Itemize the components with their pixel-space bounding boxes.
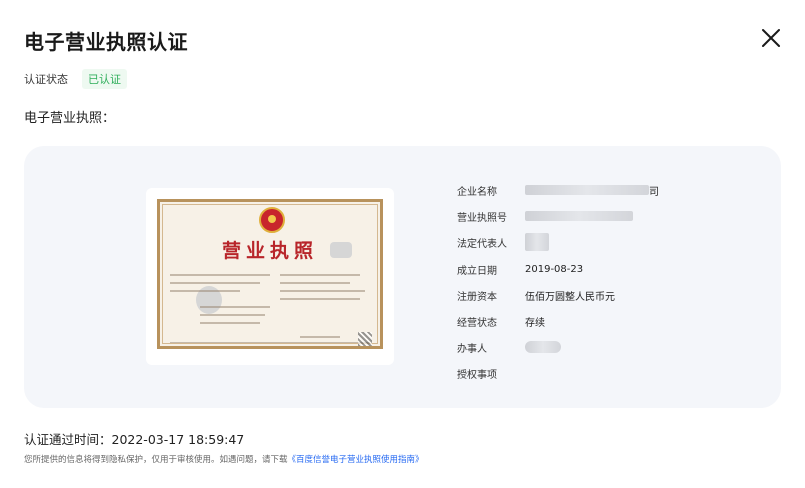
info-value (525, 211, 633, 221)
license-text-line (280, 298, 360, 300)
info-row-agent: 办事人 (457, 340, 561, 355)
masked-value (525, 341, 561, 353)
license-text-line (170, 290, 240, 292)
masked-value (525, 211, 633, 221)
info-value: 伍佰万圆整人民币元 (525, 291, 615, 303)
close-button[interactable] (760, 27, 782, 49)
license-text-line (280, 290, 365, 292)
info-value: 司 (525, 183, 659, 198)
masked-value (525, 233, 549, 251)
info-row-business-status: 经营状态 存续 (457, 314, 545, 329)
license-title: 营业执照 (222, 240, 319, 262)
info-label: 成立日期 (457, 265, 497, 277)
license-text-line (300, 336, 340, 338)
license-frame: 营业执照 (157, 199, 383, 349)
info-label: 办事人 (457, 343, 487, 355)
license-text-line (280, 274, 360, 276)
info-row-established-date: 成立日期 2019-08-23 (457, 262, 584, 277)
info-value (525, 341, 561, 353)
license-text-line (170, 342, 370, 343)
info-value (525, 233, 549, 251)
info-label: 授权事项 (457, 369, 497, 381)
info-row-legal-representative: 法定代表人 (457, 233, 549, 251)
privacy-note-text: 您所提供的信息将得到隐私保护，仅用于审核使用。如遇问题，请下载 (24, 455, 288, 465)
guide-download-link[interactable]: 《百度信誉电子营业执照使用指南》 (288, 455, 424, 465)
info-value-text: 司 (649, 186, 659, 198)
info-row-company-name: 企业名称 司 (457, 183, 659, 198)
info-label: 注册资本 (457, 291, 497, 303)
license-text-line (200, 322, 260, 324)
info-row-authorized-matters: 授权事项 (457, 366, 525, 381)
info-row-license-number: 营业执照号 (457, 209, 633, 224)
license-qr-code (358, 332, 372, 346)
info-label: 营业执照号 (457, 212, 507, 224)
info-label: 法定代表人 (457, 238, 507, 250)
license-text-line (170, 282, 260, 284)
info-value: 2019-08-23 (525, 263, 584, 275)
license-text-line (170, 274, 270, 276)
section-label: 电子营业执照： (24, 111, 116, 126)
info-row-registered-capital: 注册资本 伍佰万圆整人民币元 (457, 288, 615, 303)
license-text-line (280, 282, 350, 284)
status-label: 认证状态 (24, 73, 68, 86)
license-text-line (200, 306, 270, 308)
privacy-note: 您所提供的信息将得到隐私保护，仅用于审核使用。如遇问题，请下载《百度信誉电子营业… (24, 453, 424, 465)
license-blur (330, 242, 352, 258)
masked-value (525, 185, 649, 195)
info-label: 经营状态 (457, 317, 497, 329)
status-badge: 已认证 (82, 69, 127, 89)
info-value: 存续 (525, 317, 545, 329)
info-label: 企业名称 (457, 186, 497, 198)
status-row: 认证状态 已认证 (24, 69, 127, 89)
license-panel (24, 146, 781, 408)
dialog-title: 电子营业执照认证 (24, 30, 188, 54)
close-icon (762, 29, 780, 47)
national-emblem-icon (259, 207, 285, 233)
license-image[interactable]: 营业执照 (146, 188, 394, 365)
license-text-line (200, 314, 265, 316)
pass-time: 认证通过时间：2022-03-17 18:59:47 (24, 432, 245, 447)
